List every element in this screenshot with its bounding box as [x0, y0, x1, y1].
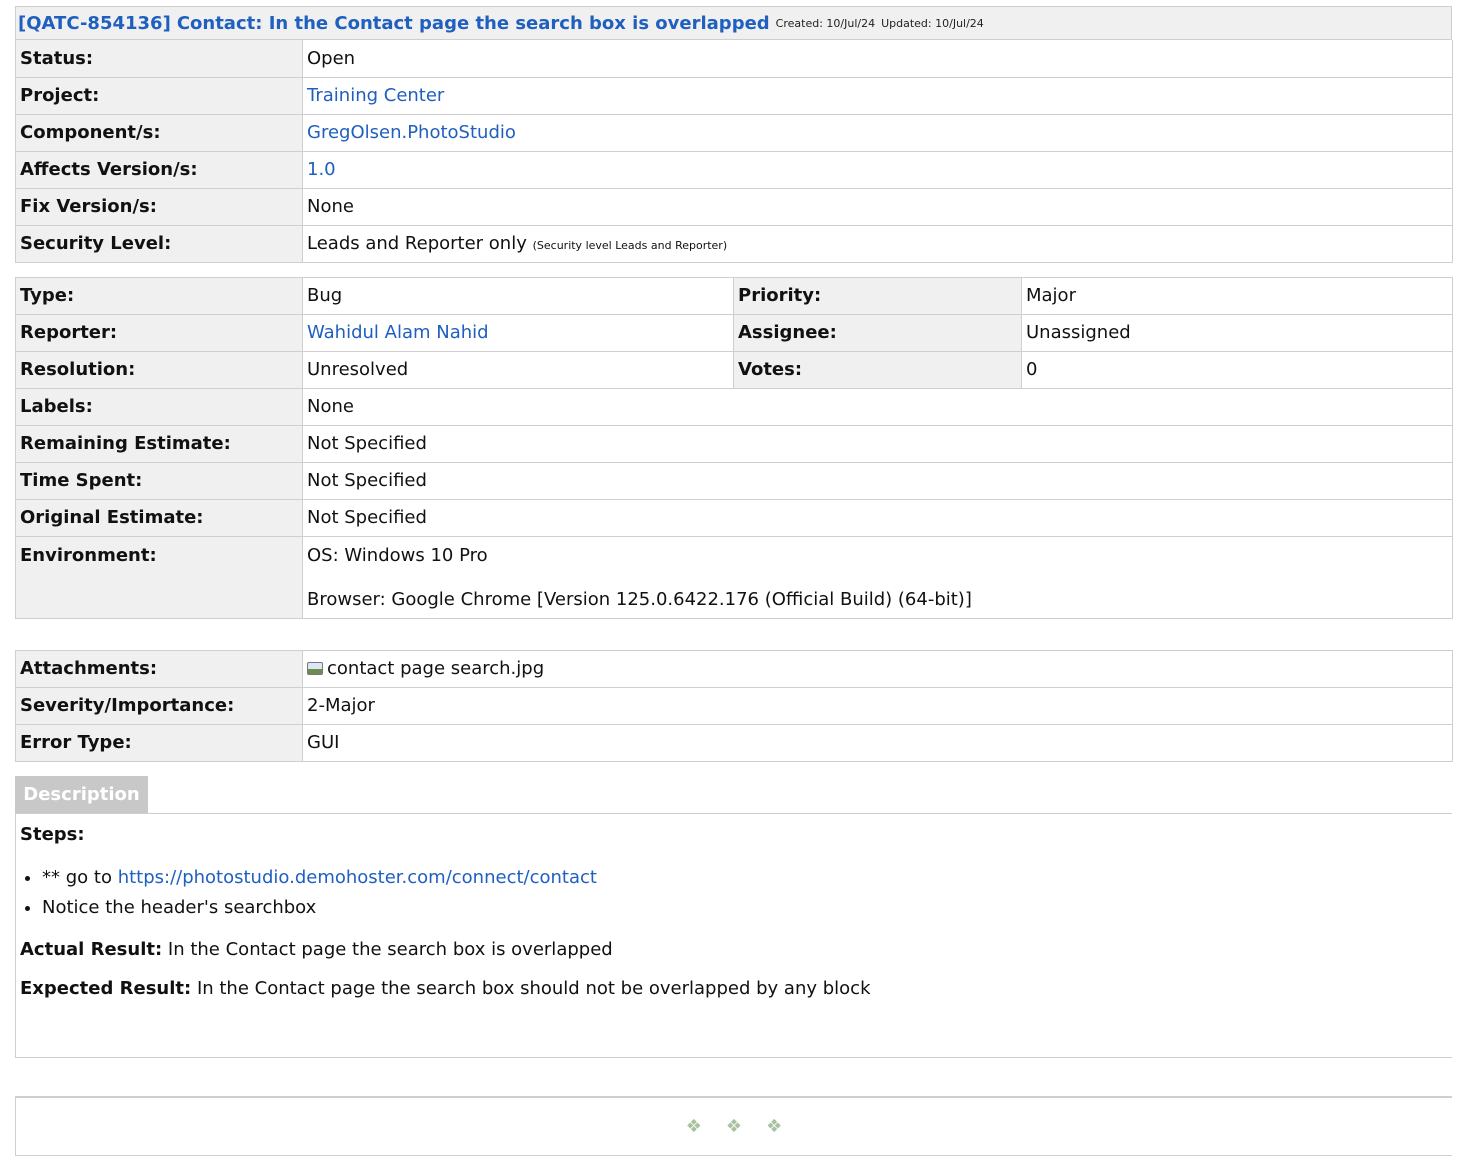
labels-label: Labels:: [15, 388, 303, 426]
actual-result-text: In the Contact page the search box is ov…: [167, 938, 613, 960]
reporter-link[interactable]: Wahidul Alam Nahid: [307, 322, 489, 343]
remaining-estimate-value: Not Specified: [302, 425, 1453, 463]
ornament-icon: ❖: [766, 1116, 783, 1137]
footer: ❖ ❖ ❖: [15, 1096, 1452, 1156]
environment-os: OS: Windows 10 Pro: [307, 544, 488, 566]
affects-version-label: Affects Version/s:: [15, 151, 303, 189]
votes-value: 0: [1021, 351, 1453, 389]
issue-dates: Created: 10/Jul/24 Updated: 10/Jul/24: [776, 17, 984, 30]
updated-date: Updated: 10/Jul/24: [881, 16, 984, 30]
assignee-label: Assignee:: [733, 314, 1022, 352]
issue-summary-link[interactable]: Contact: In the Contact page the search …: [177, 13, 770, 34]
expected-result: Expected Result: In the Contact page the…: [20, 978, 1448, 999]
actual-result-label: Actual Result:: [20, 938, 163, 960]
original-estimate-label: Original Estimate:: [15, 499, 303, 537]
time-spent-label: Time Spent:: [15, 462, 303, 500]
security-level-row: Security Level: Leads and Reporter only …: [15, 225, 1453, 263]
original-estimate-value: Not Specified: [302, 499, 1453, 537]
attachments-label: Attachments:: [15, 649, 303, 688]
issue-key-link[interactable]: [QATC-854136]: [18, 13, 171, 34]
resolution-value: Unresolved: [302, 351, 734, 389]
severity-label: Severity/Importance:: [15, 687, 303, 725]
assignee-value: Unassigned: [1021, 314, 1453, 352]
description-header: Description: [15, 775, 1452, 814]
priority-value: Major: [1021, 276, 1453, 315]
step1-prefix: ** go to: [42, 866, 118, 888]
description-tab[interactable]: Description: [15, 775, 148, 813]
labels-value: None: [302, 388, 1453, 426]
contact-page-link[interactable]: https://photostudio.demohoster.com/conne…: [118, 867, 597, 888]
priority-label: Priority:: [733, 276, 1022, 315]
extra-fields-table: Attachments: contact page search.jpg Sev…: [15, 649, 1453, 762]
votes-label: Votes:: [733, 351, 1022, 389]
environment-value: OS: Windows 10 Pro Browser: Google Chrom…: [302, 536, 1453, 619]
issue-view: [QATC-854136] Contact: In the Contact pa…: [15, 6, 1453, 1058]
project-link[interactable]: Training Center: [307, 85, 444, 106]
fix-version-label: Fix Version/s:: [15, 188, 303, 226]
created-date: Created: 10/Jul/24: [775, 16, 876, 30]
ornament-icon: ❖: [685, 1116, 702, 1137]
project-row: Project: Training Center: [15, 77, 1453, 115]
issue-header: [QATC-854136] Contact: In the Contact pa…: [15, 6, 1452, 40]
environment-browser: Browser: Google Chrome [Version 125.0.64…: [307, 588, 972, 610]
expected-result-label: Expected Result:: [20, 977, 192, 999]
security-level-value: Leads and Reporter only: [307, 233, 527, 254]
time-spent-value: Not Specified: [302, 462, 1453, 500]
type-label: Type:: [15, 276, 303, 315]
list-item: ** go to https://photostudio.demohoster.…: [42, 863, 1448, 893]
fix-version-row: Fix Version/s: None: [15, 188, 1453, 226]
details-table: Status: Open Project: Training Center Co…: [15, 40, 1453, 263]
error-type-value: GUI: [302, 724, 1453, 762]
image-file-icon: [307, 662, 323, 675]
affects-version-row: Affects Version/s: 1.0: [15, 151, 1453, 189]
remaining-estimate-label: Remaining Estimate:: [15, 425, 303, 463]
component-row: Component/s: GregOlsen.PhotoStudio: [15, 114, 1453, 152]
people-table: Type: Bug Priority: Major Reporter: Wahi…: [15, 276, 1453, 619]
status-value: Open: [302, 40, 1453, 78]
fix-version-value: None: [302, 188, 1453, 226]
description-body: Steps: ** go to https://photostudio.demo…: [15, 813, 1452, 1058]
security-level-note: (Security level Leads and Reporter): [532, 239, 728, 252]
list-item: Notice the header's searchbox: [42, 893, 1448, 923]
steps-list: ** go to https://photostudio.demohoster.…: [20, 863, 1448, 923]
security-level-label: Security Level:: [15, 225, 303, 263]
status-label: Status:: [15, 40, 303, 78]
affects-version-link[interactable]: 1.0: [307, 159, 336, 180]
resolution-label: Resolution:: [15, 351, 303, 389]
expected-result-text: In the Contact page the search box shoul…: [196, 977, 871, 999]
component-label: Component/s:: [15, 114, 303, 152]
error-type-label: Error Type:: [15, 724, 303, 762]
attachment-link[interactable]: contact page search.jpg: [327, 658, 544, 679]
environment-label: Environment:: [15, 536, 303, 619]
severity-value: 2-Major: [302, 687, 1453, 725]
steps-heading: Steps:: [20, 823, 85, 845]
project-label: Project:: [15, 77, 303, 115]
status-row: Status: Open: [15, 40, 1453, 78]
ornament-icon: ❖: [725, 1116, 743, 1137]
reporter-label: Reporter:: [15, 314, 303, 352]
component-link[interactable]: GregOlsen.PhotoStudio: [307, 122, 516, 143]
type-value: Bug: [302, 276, 734, 315]
actual-result: Actual Result: In the Contact page the s…: [20, 939, 1448, 960]
